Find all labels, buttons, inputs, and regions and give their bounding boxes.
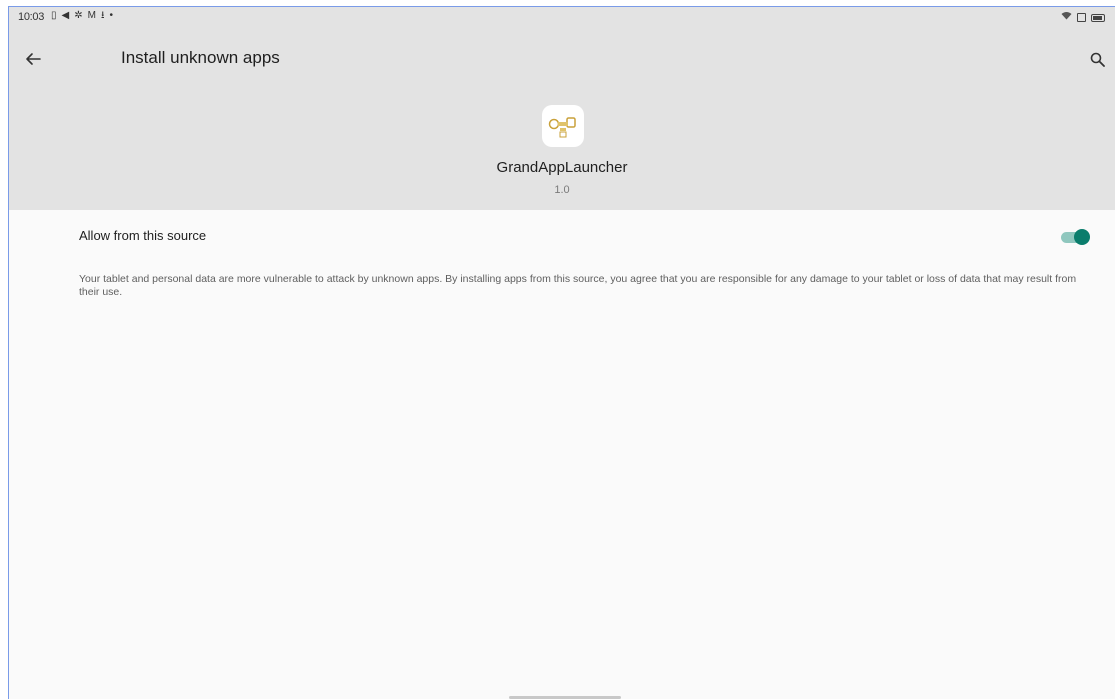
toggle-thumb (1074, 229, 1090, 245)
toolbar: Install unknown apps (9, 37, 1115, 81)
page-title: Install unknown apps (121, 48, 280, 67)
dot-icon: • (109, 10, 113, 21)
gmail-icon: M (87, 10, 96, 21)
app-version: 1.0 (554, 184, 570, 196)
status-time: 10:03 (18, 11, 45, 23)
system-icons (1061, 11, 1105, 24)
notification-icons: ▯ ◀ ✲ M ⭳ • (51, 10, 113, 22)
search-button[interactable] (1085, 47, 1109, 71)
wifi-icon (1061, 11, 1072, 24)
settings-icon: ✲ (74, 10, 83, 21)
back-button[interactable] (21, 47, 45, 71)
vibrate-icon: ▯ (51, 10, 57, 21)
download-icon: ⭳ (100, 10, 105, 21)
battery-icon (1091, 13, 1105, 22)
search-icon (1090, 52, 1105, 67)
grand-app-launcher-icon (542, 105, 584, 147)
telegram-icon: ◀ (61, 10, 70, 21)
allow-from-source-row[interactable]: Allow from this source (9, 220, 1115, 250)
screen: 10:03 ▯ ◀ ✲ M ⭳ • Install unknown apps G… (8, 6, 1115, 699)
warning-description: Your tablet and personal data are more v… (79, 273, 1077, 298)
sim-icon (1077, 13, 1086, 22)
arrow-back-icon (26, 53, 41, 65)
status-bar: 10:03 ▯ ◀ ✲ M ⭳ • (9, 7, 1115, 29)
app-header: 10:03 ▯ ◀ ✲ M ⭳ • Install unknown apps G… (9, 7, 1115, 210)
app-name: GrandAppLauncher (496, 159, 628, 176)
allow-from-source-toggle[interactable] (1061, 229, 1091, 245)
allow-from-source-label: Allow from this source (79, 228, 207, 243)
